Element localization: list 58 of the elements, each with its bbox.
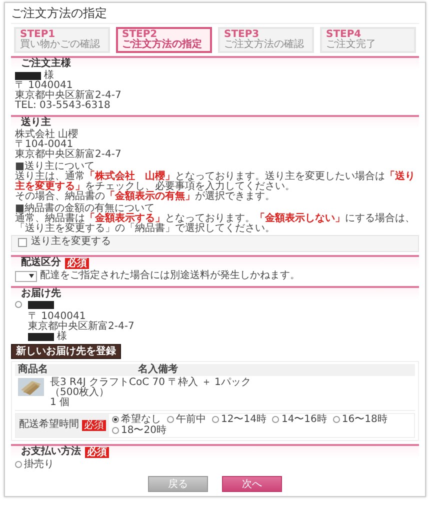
redaction-bar — [28, 300, 54, 308]
time-option-label: 12〜14時 — [221, 414, 266, 424]
address-line: 〒104-0041 — [15, 140, 74, 150]
destination-radio[interactable] — [15, 300, 22, 308]
radio-button[interactable] — [112, 427, 119, 434]
delivery-type-select[interactable] — [15, 270, 37, 282]
radio-button[interactable] — [112, 416, 119, 423]
note-title: ■納品書の金額の有無について — [15, 204, 156, 214]
radio-button[interactable] — [167, 416, 174, 423]
required-badge: 必須 — [85, 446, 109, 458]
time-option-label: 午前中 — [176, 414, 206, 424]
radio-button[interactable] — [332, 416, 340, 423]
time-option-label: 18〜20時 — [121, 426, 166, 436]
redaction-bar — [28, 332, 54, 340]
redaction-bar — [15, 72, 41, 80]
page-title: ご注文方法の指定 — [11, 5, 419, 24]
address-line: 東京都中央区新富2-4-7 — [28, 322, 134, 332]
caret-icon — [29, 274, 34, 278]
note-text: 送り主は、通常「株式会社 山櫻」となっております。送り主を変更したい場合は「送り主を変更する」をチェックし、必要事項を入力してください。 — [15, 172, 415, 192]
address-line: 東京都中央区新富2-4-7 — [15, 91, 122, 101]
address-line: 東京都中央区新富2-4-7 — [15, 150, 122, 160]
honorific: 様 — [57, 332, 67, 342]
step-indicator: STEP1 買い物かごの確認 — [14, 27, 110, 53]
section-heading: 配送区分 — [21, 258, 61, 268]
product-text: 1 個 — [50, 398, 71, 408]
required-badge: 必須 — [82, 420, 106, 430]
note-text: 通常、納品書は「金額表示する」となっております。「金額表示しない」にする場合は、「送り主を変更する」の「納品書」で選択してください。 — [15, 214, 415, 234]
section-heading: お届け先 — [11, 286, 419, 300]
address-line: 〒 1040041 — [15, 81, 73, 91]
address-line: 株式会社 山櫻 — [15, 130, 80, 140]
step-indicator: STEP4 ご注文完了 — [320, 27, 416, 53]
delivery-note: 配達をご指定された場合には別途送料が発生しかねます。 — [40, 271, 300, 281]
radio-button[interactable] — [272, 416, 280, 423]
product-text: 長3 R4J クラフトCoC 70 〒枠入 ＋ 1パック — [50, 378, 251, 388]
time-option-label: 14〜16時 — [281, 414, 327, 424]
column-header: 名入備考 — [138, 364, 178, 374]
time-option-label: 16〜18時 — [342, 414, 388, 424]
radio-button[interactable] — [212, 416, 219, 423]
address-line: TEL: 03-5543-6318 — [15, 101, 112, 111]
payment-option-label: 掛売り — [24, 460, 54, 470]
required-badge: 必須 — [65, 258, 89, 268]
section-heading: お支払い方法 — [21, 447, 81, 457]
next-button[interactable]: 次へ — [222, 476, 282, 492]
address-line: 〒 1040041 — [28, 312, 86, 322]
register-address-button[interactable]: 新しいお届け先を登録 — [11, 344, 121, 358]
field-label: 配送希望時間 — [19, 420, 79, 430]
change-sender-checkbox[interactable]: 送り主を変更する — [18, 237, 111, 247]
product-text: （500枚入） — [50, 388, 110, 398]
note-text: その場合、納品書の「金額表示の有無」が選択できます。 — [15, 192, 276, 202]
note-title: ■送り主について — [15, 162, 94, 172]
time-option-label: 希望なし — [121, 414, 161, 424]
section-heading: 送り主 — [11, 115, 419, 129]
section-heading: ご注文主様 — [11, 56, 419, 70]
radio-button[interactable] — [15, 461, 22, 468]
honorific: 様 — [44, 71, 54, 81]
column-header: 商品名 — [18, 364, 49, 374]
step-indicator: STEP2 ご注文方法の指定 — [116, 27, 212, 53]
step-indicator: STEP3 ご注文方法の確認 — [218, 27, 314, 53]
